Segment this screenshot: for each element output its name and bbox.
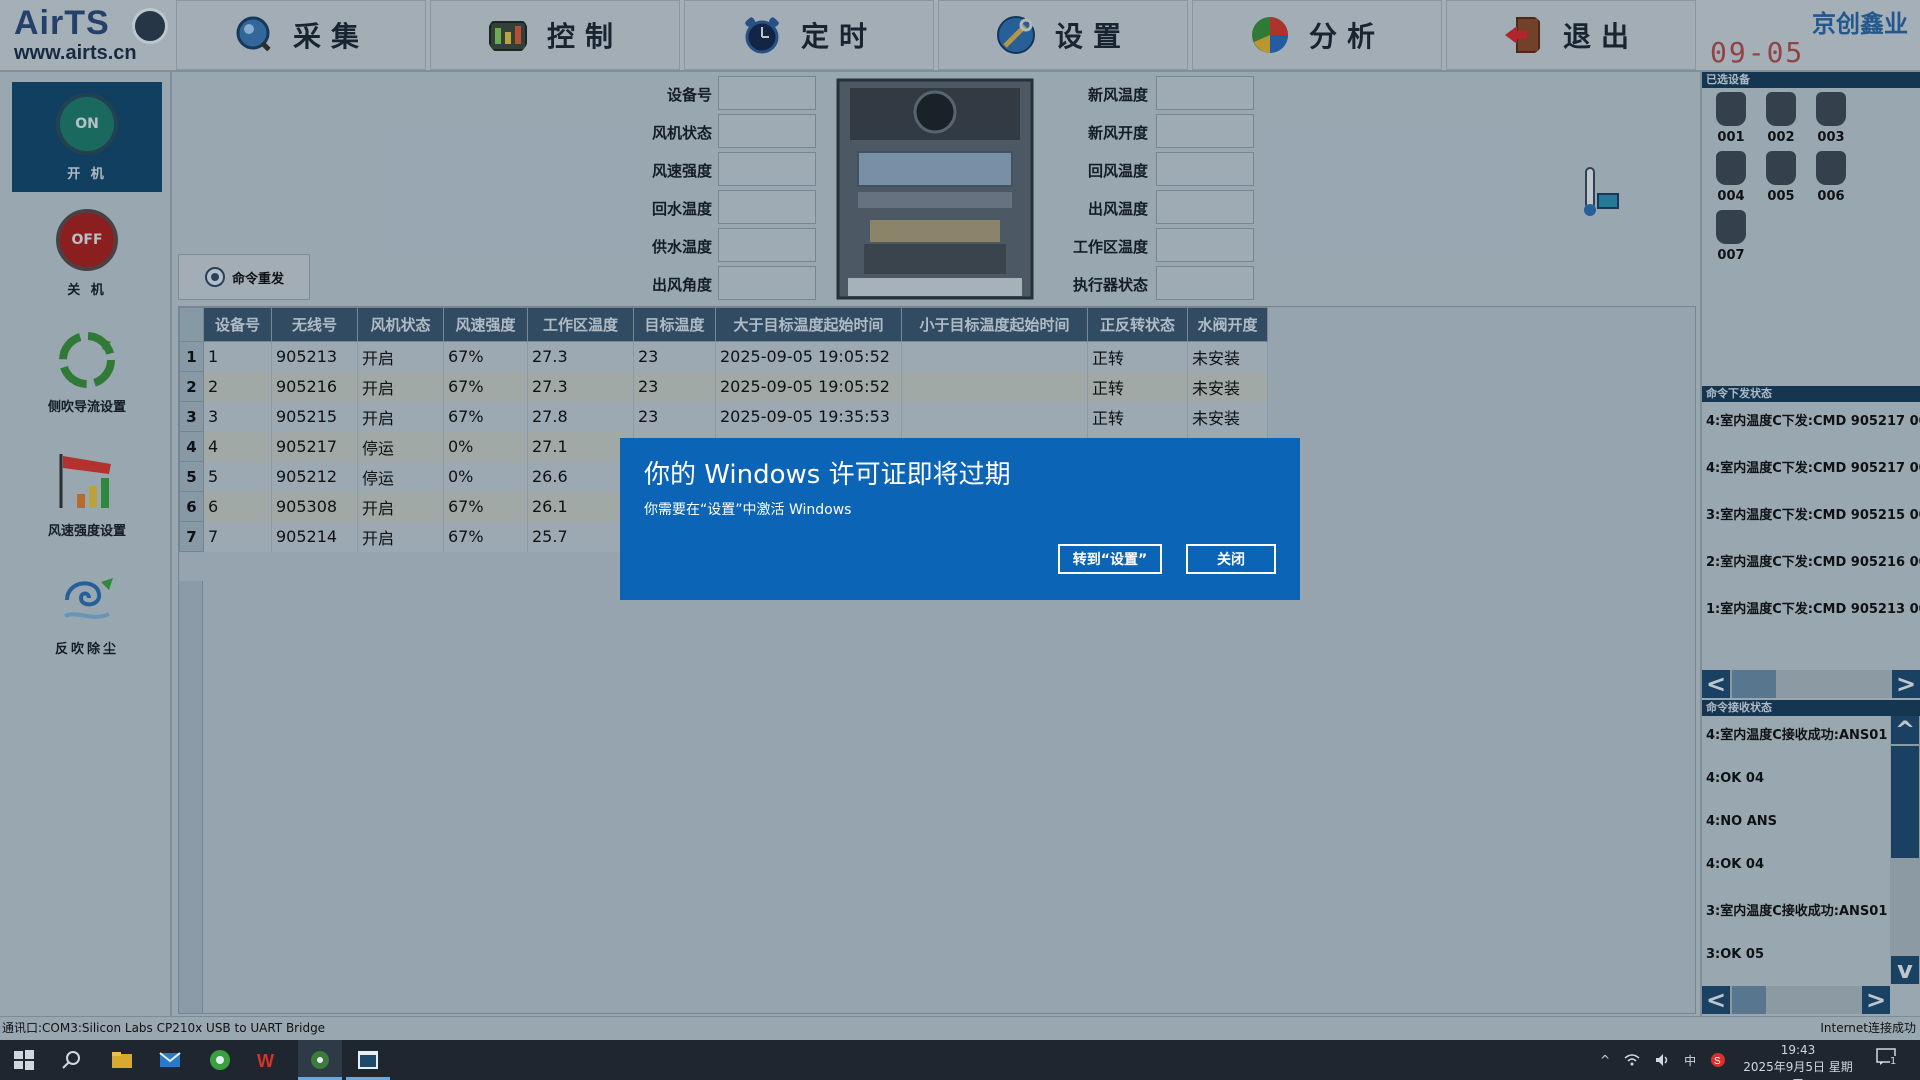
svg-text:S: S [1714, 1056, 1721, 1067]
notification-center-button[interactable]: 1 [1876, 1048, 1904, 1072]
windows-taskbar: W ^ 中 S 19:43 2025年9月5日 星期五 1 [0, 1040, 1920, 1080]
window-taskbar-button[interactable] [346, 1040, 390, 1080]
notification-count: 1 [1890, 1056, 1897, 1067]
wifi-icon[interactable] [1624, 1052, 1640, 1068]
browser-icon[interactable] [208, 1048, 232, 1072]
search-icon[interactable] [60, 1048, 84, 1072]
windows-start-icon[interactable] [12, 1048, 36, 1072]
system-tray: ^ 中 S [1600, 1040, 1726, 1080]
mail-icon[interactable] [158, 1048, 182, 1072]
close-dialog-button[interactable]: 关闭 [1186, 544, 1276, 574]
dialog-title: 你的 Windows 许可证即将过期 [644, 460, 1011, 490]
svg-text:W: W [257, 1051, 274, 1071]
input-method-icon[interactable]: S [1710, 1052, 1726, 1068]
tray-chevron-up-icon[interactable]: ^ [1600, 1053, 1610, 1067]
go-to-settings-button[interactable]: 转到“设置” [1058, 544, 1162, 574]
windows-activation-dialog: 你的 Windows 许可证即将过期 你需要在“设置”中激活 Windows 转… [620, 438, 1300, 600]
file-explorer-icon[interactable] [110, 1048, 134, 1072]
window-app-icon [358, 1051, 378, 1069]
taskbar-clock[interactable]: 19:43 2025年9月5日 星期五 [1738, 1042, 1858, 1080]
airts-app-taskbar-button[interactable] [298, 1040, 342, 1080]
taskbar-time: 19:43 [1780, 1043, 1816, 1057]
ime-indicator[interactable]: 中 [1684, 1052, 1696, 1069]
taskbar-date: 2025年9月5日 星期五 [1743, 1060, 1853, 1080]
dialog-message: 你需要在“设置”中激活 Windows [644, 502, 852, 518]
airts-app-icon [311, 1051, 329, 1069]
wps-office-icon[interactable]: W [256, 1048, 280, 1072]
volume-icon[interactable] [1654, 1052, 1670, 1068]
